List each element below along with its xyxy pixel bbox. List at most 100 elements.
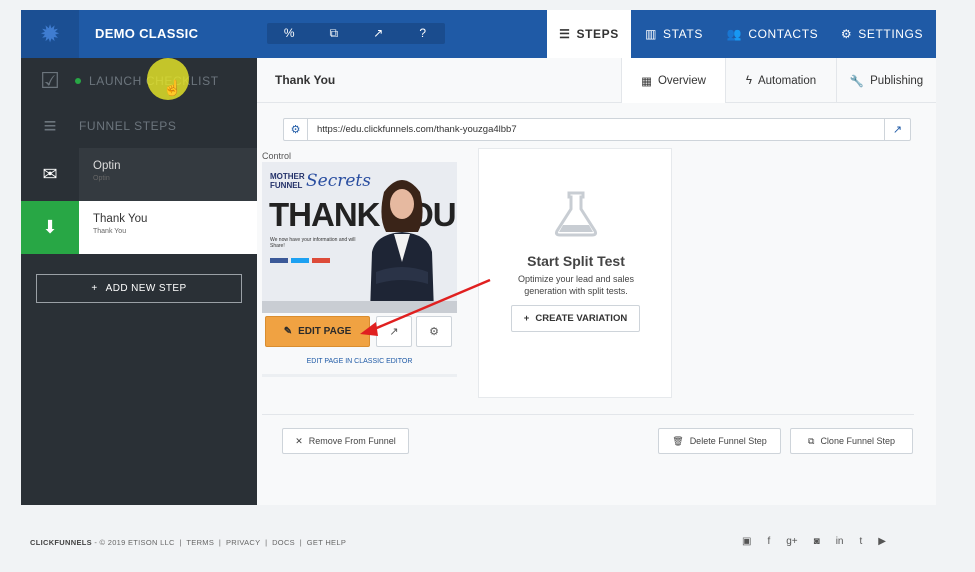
nav-steps[interactable]: ☰ STEPS bbox=[547, 10, 631, 58]
split-test-card: Start Split Test Optimize your lead and … bbox=[478, 148, 672, 398]
users-icon: 👥 bbox=[726, 27, 743, 41]
funnel-title: DEMO CLASSIC bbox=[95, 26, 199, 41]
open-url-icon[interactable]: ↗ bbox=[884, 119, 910, 140]
external-link-icon: ↗ bbox=[389, 326, 399, 338]
page-title: Thank You bbox=[275, 73, 336, 87]
nav-stats[interactable]: ▥ STATS bbox=[631, 10, 717, 58]
page-url[interactable]: https://edu.clickfunnels.com/thank-youzg… bbox=[308, 124, 884, 135]
create-variation-label: CREATE VARIATION bbox=[535, 313, 628, 324]
remove-from-funnel-label: Remove From Funnel bbox=[308, 436, 396, 446]
preview-logo: MOTHER FUNNEL bbox=[270, 172, 305, 190]
tab-publishing[interactable]: 🔧 Publishing bbox=[836, 58, 936, 103]
remove-from-funnel-button[interactable]: ✕ Remove From Funnel bbox=[282, 428, 409, 454]
add-new-step-button[interactable]: + ADD NEW STEP bbox=[36, 274, 242, 303]
step-tabs: ▦ Overview ϟ Automation 🔧 Publishing bbox=[621, 58, 936, 103]
footer-brand: CLICKFUNNELS bbox=[30, 538, 92, 547]
gear-icon[interactable]: ✹ bbox=[21, 10, 79, 58]
copy-icon: ⧉ bbox=[808, 435, 815, 446]
footer-link-docs[interactable]: DOCS bbox=[272, 538, 295, 547]
twitter-icon[interactable]: t bbox=[859, 536, 862, 547]
bolt-icon: ϟ bbox=[745, 74, 752, 87]
nav-steps-label: STEPS bbox=[576, 27, 619, 41]
tab-overview[interactable]: ▦ Overview bbox=[621, 58, 725, 103]
edit-page-button[interactable]: ✎ EDIT PAGE bbox=[265, 316, 370, 347]
open-page-button[interactable]: ↗ bbox=[376, 316, 412, 347]
step-subtitle: Thank You bbox=[93, 228, 127, 235]
cog-icon: ⚙ bbox=[429, 326, 439, 338]
youtube-icon[interactable]: ▶ bbox=[878, 536, 886, 547]
google-plus-icon[interactable]: g+ bbox=[786, 536, 797, 547]
clone-funnel-step-button[interactable]: ⧉ Clone Funnel Step bbox=[790, 428, 913, 454]
delete-funnel-step-label: Delete Funnel Step bbox=[689, 436, 767, 446]
funnel-steps-label: FUNNEL STEPS bbox=[79, 118, 177, 133]
step-subtitle: Optin bbox=[93, 175, 110, 182]
instagram-icon[interactable]: ◙ bbox=[814, 536, 820, 547]
delete-funnel-step-button[interactable]: 🗑 Delete Funnel Step bbox=[658, 428, 781, 454]
step-title: Thank You bbox=[93, 213, 148, 225]
sidebar-step-thank-you[interactable]: ⬇ Thank You Thank You bbox=[21, 201, 257, 254]
help-icon[interactable]: ? bbox=[401, 23, 446, 44]
grid-icon: ▦ bbox=[641, 75, 652, 88]
plus-icon: + bbox=[91, 283, 98, 294]
plus-icon: + bbox=[523, 313, 530, 324]
top-bar: ✹ DEMO CLASSIC % ⧉ ↗ ? ☰ STEPS ▥ STATS 👥… bbox=[21, 10, 936, 58]
add-new-step-label: ADD NEW STEP bbox=[105, 283, 187, 294]
external-link-icon[interactable]: ↗ bbox=[356, 23, 401, 44]
footer-link-privacy[interactable]: PRIVACY bbox=[226, 538, 260, 547]
preview-footer-strip bbox=[262, 301, 457, 313]
status-dot bbox=[75, 77, 81, 84]
step-title: Optin bbox=[93, 160, 121, 172]
flask-icon bbox=[554, 191, 598, 237]
sidebar-step-optin[interactable]: ✉ Optin Optin bbox=[21, 148, 257, 201]
url-settings-icon[interactable]: ⚙ bbox=[284, 119, 308, 140]
tab-overview-label: Overview bbox=[657, 74, 706, 87]
blog-icon[interactable]: ▣ bbox=[742, 536, 751, 547]
social-links: ▣ f g+ ◙ in t ▶ bbox=[742, 536, 886, 547]
linkedin-icon[interactable]: in bbox=[836, 536, 844, 547]
top-nav: ☰ STEPS ▥ STATS 👥 CONTACTS ⚙ SETTINGS bbox=[547, 10, 936, 58]
tab-publishing-label: Publishing bbox=[870, 74, 924, 87]
control-label: Control bbox=[262, 151, 292, 161]
page-preview-thumbnail[interactable]: MOTHER FUNNEL Secrets THANK YOU We now h… bbox=[262, 162, 457, 313]
page-footer: CLICKFUNNELS - © 2019 ETISON LLC | TERMS… bbox=[30, 538, 347, 547]
sidebar: ☑ LAUNCH CHECKLIST ≡ FUNNEL STEPS ✉ Opti… bbox=[21, 58, 257, 505]
toolbar: % ⧉ ↗ ? bbox=[267, 23, 445, 44]
edit-icon: ✎ bbox=[283, 326, 293, 337]
wrench-icon: 🔧 bbox=[849, 75, 865, 88]
cog-icon: ⚙ bbox=[840, 27, 853, 41]
tab-automation[interactable]: ϟ Automation bbox=[725, 58, 836, 103]
nav-settings-label: SETTINGS bbox=[858, 27, 924, 41]
split-test-title: Start Split Test bbox=[527, 253, 625, 269]
preview-body: We now have your information and will Sh… bbox=[270, 237, 356, 249]
clone-funnel-step-label: Clone Funnel Step bbox=[820, 436, 895, 446]
page-settings-button[interactable]: ⚙ bbox=[416, 316, 452, 347]
preview-person-image bbox=[370, 180, 434, 313]
nav-stats-label: STATS bbox=[663, 27, 703, 41]
split-test-description: Optimize your lead and sales generation … bbox=[517, 274, 635, 296]
edit-classic-editor-link[interactable]: EDIT PAGE IN CLASSIC EDITOR bbox=[262, 358, 457, 365]
nav-contacts-label: CONTACTS bbox=[748, 27, 819, 41]
card-bottom-edge bbox=[262, 374, 457, 377]
preview-share-buttons bbox=[270, 258, 330, 263]
footer-link-help[interactable]: GET HELP bbox=[307, 538, 346, 547]
hand-cursor-icon: ☝ bbox=[163, 80, 182, 97]
nav-settings[interactable]: ⚙ SETTINGS bbox=[828, 10, 936, 58]
launch-checklist[interactable]: ☑ LAUNCH CHECKLIST bbox=[21, 58, 257, 103]
nav-contacts[interactable]: 👥 CONTACTS bbox=[717, 10, 828, 58]
page-url-bar: ⚙ https://edu.clickfunnels.com/thank-you… bbox=[283, 118, 911, 141]
edit-page-label: EDIT PAGE bbox=[298, 326, 352, 337]
footer-copyright: - © 2019 ETISON LLC bbox=[94, 538, 175, 547]
create-variation-button[interactable]: + CREATE VARIATION bbox=[511, 305, 640, 332]
main-header: Thank You ▦ Overview ϟ Automation 🔧 Publ… bbox=[257, 58, 936, 103]
copy-icon[interactable]: ⧉ bbox=[312, 23, 357, 44]
close-icon: ✕ bbox=[295, 435, 303, 446]
funnel-steps-header: ≡ FUNNEL STEPS bbox=[21, 103, 257, 148]
download-icon: ⬇ bbox=[21, 201, 79, 254]
trash-icon: 🗑 bbox=[672, 435, 684, 446]
menu-icon: ☰ bbox=[559, 27, 571, 41]
footer-link-terms[interactable]: TERMS bbox=[186, 538, 214, 547]
checkbox-icon: ☑ bbox=[40, 67, 60, 93]
facebook-icon[interactable]: f bbox=[767, 536, 770, 547]
envelope-icon: ✉ bbox=[21, 148, 79, 201]
link-icon[interactable]: % bbox=[267, 23, 312, 44]
